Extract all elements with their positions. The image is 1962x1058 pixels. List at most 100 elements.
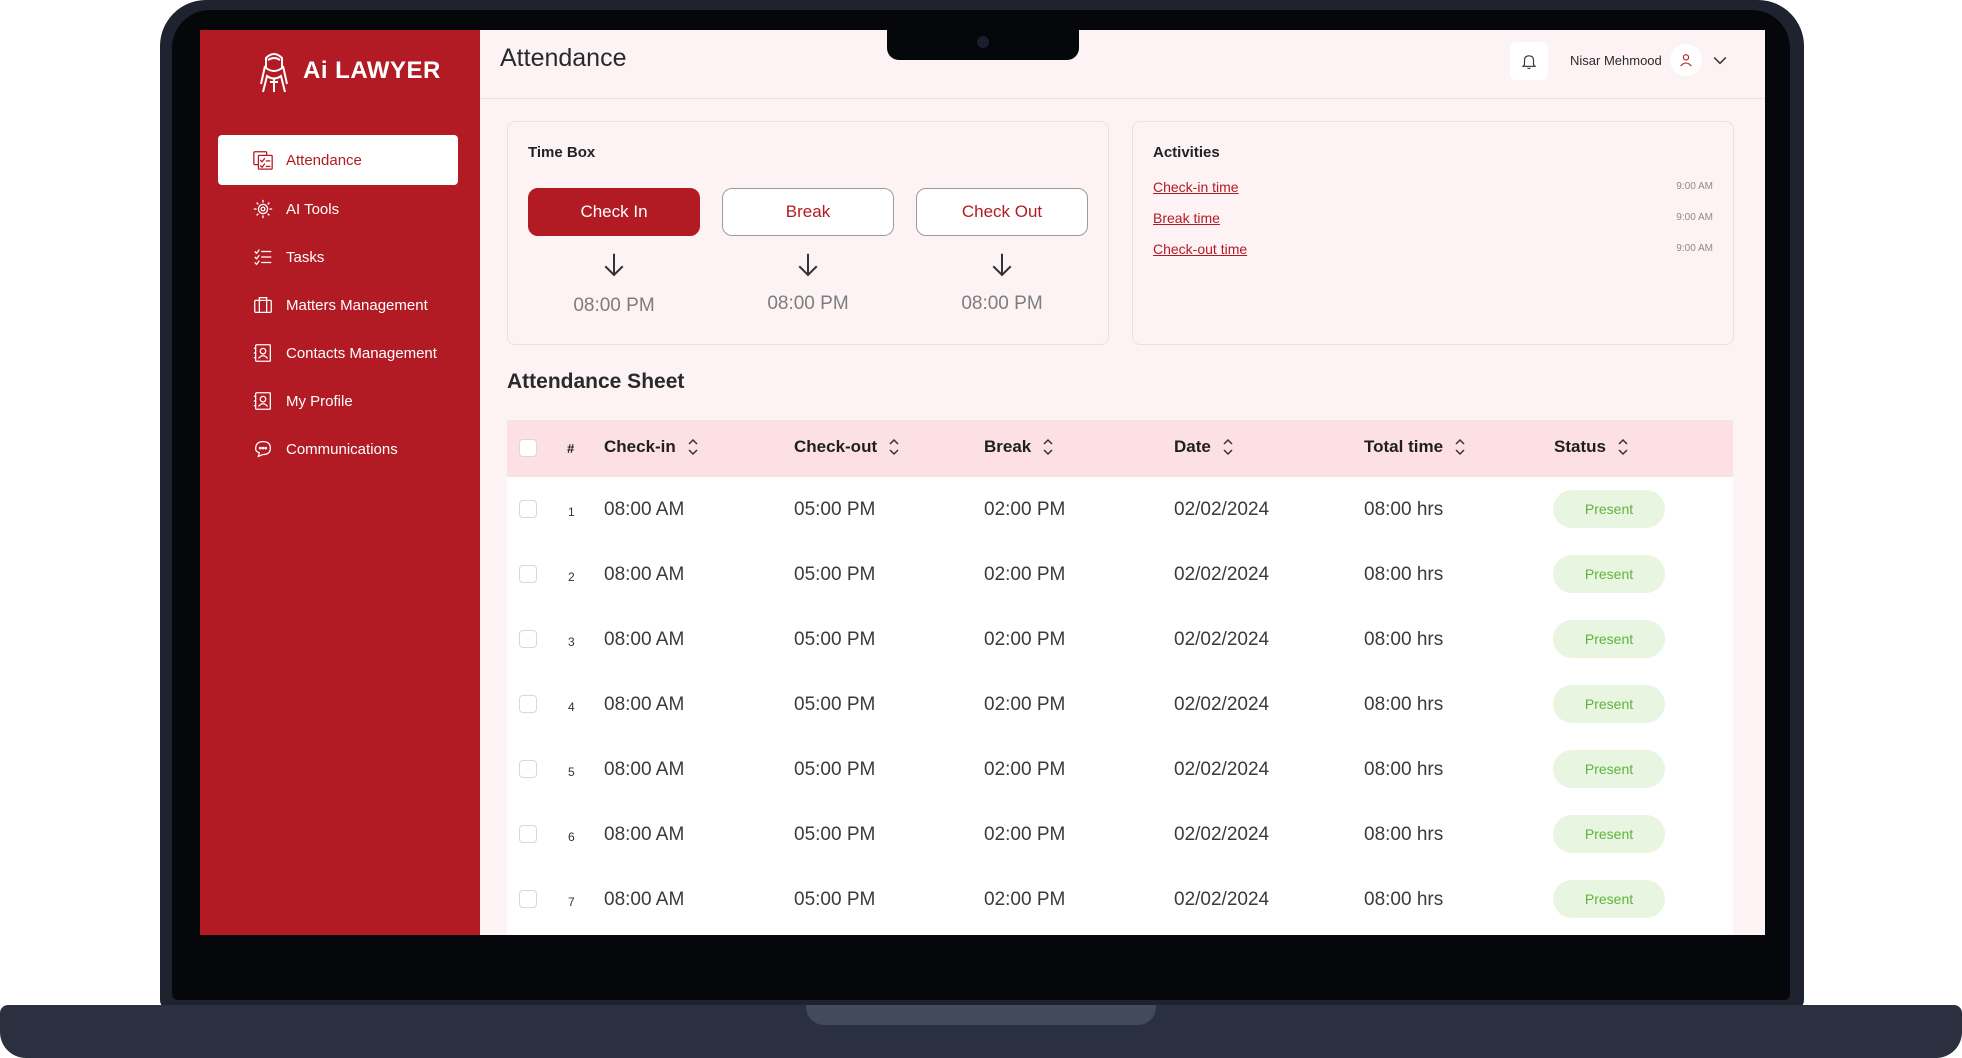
sidebar-item-label: My Profile: [286, 392, 353, 410]
cell-checkin: 08:00 AM: [604, 889, 685, 910]
cell-checkin: 08:00 AM: [604, 499, 685, 520]
table-body: 1 08:00 AM 05:00 PM 02:00 PM 02/02/2024 …: [507, 477, 1733, 935]
status-badge: Present: [1553, 685, 1665, 723]
status-badge: Present: [1553, 880, 1665, 918]
row-checkbox[interactable]: [519, 760, 537, 778]
sidebar-item-label: Matters Management: [286, 296, 428, 314]
row-checkbox[interactable]: [519, 695, 537, 713]
camera-icon: [977, 36, 989, 48]
row-checkbox[interactable]: [519, 630, 537, 648]
cell-break: 02:00 PM: [984, 629, 1066, 650]
cell-date: 02/02/2024: [1174, 824, 1270, 845]
activity-time: 9:00 AM: [1676, 181, 1713, 192]
cell-checkin: 08:00 AM: [604, 759, 685, 780]
row-number: 3: [568, 635, 575, 649]
app-screen: Ai LAWYER Attendance AI Tools Tasks Matt…: [200, 30, 1765, 935]
cell-date: 02/02/2024: [1174, 499, 1270, 520]
row-checkbox[interactable]: [519, 825, 537, 843]
cell-total-time: 08:00 hrs: [1364, 564, 1444, 585]
cell-break: 02:00 PM: [984, 564, 1066, 585]
sidebar-item-my-profile[interactable]: My Profile: [218, 377, 458, 425]
brand-name: Ai LAWYER: [303, 57, 441, 84]
cell-checkout: 05:00 PM: [794, 629, 876, 650]
cell-date: 02/02/2024: [1174, 759, 1270, 780]
column-header-break[interactable]: Break: [984, 437, 1055, 457]
sidebar-item-attendance[interactable]: Attendance: [218, 135, 458, 185]
cell-total-time: 08:00 hrs: [1364, 629, 1444, 650]
table-row[interactable]: 5 08:00 AM 05:00 PM 02:00 PM 02/02/2024 …: [507, 737, 1733, 802]
tasks-icon: [254, 249, 272, 266]
cell-break: 02:00 PM: [984, 694, 1066, 715]
activity-time: 9:00 AM: [1676, 243, 1713, 254]
column-header-checkin[interactable]: Check-in: [604, 437, 700, 457]
cell-break: 02:00 PM: [984, 889, 1066, 910]
table-header: # Check-in Check-out Break Date Total ti…: [507, 420, 1733, 477]
cell-total-time: 08:00 hrs: [1364, 759, 1444, 780]
break-button[interactable]: Break: [722, 188, 894, 236]
table-row[interactable]: 3 08:00 AM 05:00 PM 02:00 PM 02/02/2024 …: [507, 607, 1733, 672]
table-row[interactable]: 4 08:00 AM 05:00 PM 02:00 PM 02/02/2024 …: [507, 672, 1733, 737]
sidebar-item-label: AI Tools: [286, 200, 340, 218]
row-checkbox[interactable]: [519, 890, 537, 908]
chevron-down-icon[interactable]: [1710, 50, 1730, 70]
sidebar-item-tasks[interactable]: Tasks: [218, 233, 458, 281]
camera-notch: [887, 30, 1079, 60]
table-row[interactable]: 1 08:00 AM 05:00 PM 02:00 PM 02/02/2024 …: [507, 477, 1733, 542]
sidebar-nav: Attendance AI Tools Tasks Matters Manage…: [218, 135, 458, 473]
row-checkbox[interactable]: [519, 500, 537, 518]
activities-title: Activities: [1153, 144, 1220, 161]
cell-checkin: 08:00 AM: [604, 824, 685, 845]
activity-link[interactable]: Check-out time: [1153, 241, 1247, 257]
sort-icon: [1455, 438, 1465, 456]
activity-link[interactable]: Check-in time: [1153, 179, 1239, 195]
cell-total-time: 08:00 hrs: [1364, 824, 1444, 845]
row-number: 4: [568, 700, 575, 714]
column-header-number: #: [567, 441, 575, 456]
sidebar-item-contacts-management[interactable]: Contacts Management: [218, 329, 458, 377]
column-header-date[interactable]: Date: [1174, 437, 1235, 457]
cell-checkout: 05:00 PM: [794, 889, 876, 910]
contacts-icon: [253, 344, 271, 362]
column-header-total-time[interactable]: Total time: [1364, 437, 1467, 457]
cell-total-time: 08:00 hrs: [1364, 499, 1444, 520]
cell-checkout: 05:00 PM: [794, 759, 876, 780]
sidebar-item-communications[interactable]: Communications: [218, 425, 458, 473]
table-row[interactable]: 7 08:00 AM 05:00 PM 02:00 PM 02/02/2024 …: [507, 867, 1733, 932]
sort-icon: [688, 438, 698, 456]
avatar[interactable]: [1670, 44, 1702, 76]
sort-icon: [1223, 438, 1233, 456]
attendance-sheet-title: Attendance Sheet: [507, 370, 685, 393]
check-out-button[interactable]: Check Out: [916, 188, 1088, 236]
select-all-checkbox[interactable]: [519, 439, 537, 457]
cell-total-time: 08:00 hrs: [1364, 694, 1444, 715]
profile-icon: [253, 392, 271, 410]
sidebar-item-label: Communications: [286, 440, 398, 458]
notifications-button[interactable]: [1510, 42, 1548, 80]
sidebar-item-matters-management[interactable]: Matters Management: [218, 281, 458, 329]
laptop-base-notch: [806, 1005, 1156, 1025]
column-header-status[interactable]: Status: [1554, 437, 1630, 457]
column-header-checkout[interactable]: Check-out: [794, 437, 901, 457]
table-row[interactable]: 2 08:00 AM 05:00 PM 02:00 PM 02/02/2024 …: [507, 542, 1733, 607]
user-icon: [1680, 54, 1692, 67]
check-in-time: 08:00 PM: [573, 295, 655, 316]
cell-date: 02/02/2024: [1174, 629, 1270, 650]
brand-logo[interactable]: Ai LAWYER: [255, 48, 441, 94]
row-number: 6: [568, 830, 575, 844]
sidebar-item-ai-tools[interactable]: AI Tools: [218, 185, 458, 233]
row-number: 2: [568, 570, 575, 584]
main-content: Attendance Nisar Mehmood Time Box Check …: [480, 30, 1765, 935]
topbar: Attendance Nisar Mehmood: [480, 30, 1765, 99]
bell-icon: [1521, 55, 1537, 70]
user-name: Nisar Mehmood: [1570, 53, 1662, 68]
activity-item: Check-out time 9:00 AM: [1153, 241, 1713, 265]
sort-icon: [1618, 438, 1628, 456]
cell-checkout: 05:00 PM: [794, 564, 876, 585]
cell-checkin: 08:00 AM: [604, 629, 685, 650]
check-in-button[interactable]: Check In: [528, 188, 700, 236]
row-checkbox[interactable]: [519, 565, 537, 583]
time-box-title: Time Box: [528, 144, 596, 161]
table-row[interactable]: 6 08:00 AM 05:00 PM 02:00 PM 02/02/2024 …: [507, 802, 1733, 867]
activity-link[interactable]: Break time: [1153, 210, 1220, 226]
cell-checkout: 05:00 PM: [794, 694, 876, 715]
